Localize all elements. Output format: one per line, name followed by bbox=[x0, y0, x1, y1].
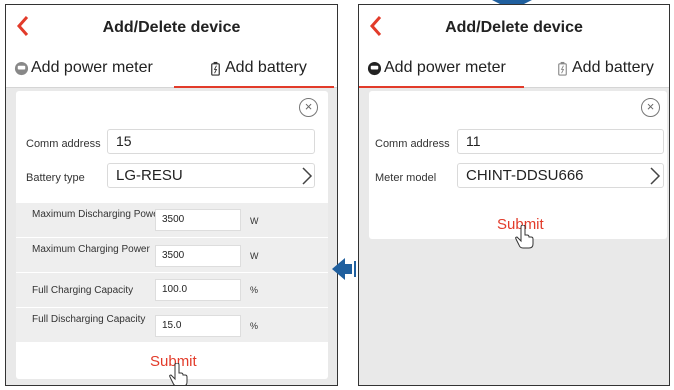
header-bar: Add/Delete device bbox=[359, 5, 669, 47]
header-bar: Add/Delete device bbox=[6, 5, 337, 47]
close-icon[interactable]: × bbox=[299, 98, 318, 117]
meter-model-select[interactable]: CHINT-DDSU666 bbox=[457, 163, 664, 188]
comm-address-input[interactable]: 15 bbox=[107, 129, 315, 154]
battery-parameters: Maximum Discharging Power 3500 W Maximum… bbox=[16, 203, 328, 343]
param-label: Maximum Discharging Power bbox=[32, 209, 163, 220]
page-title: Add/Delete device bbox=[102, 19, 241, 36]
param-unit: % bbox=[250, 321, 259, 331]
tab-bar: Add power meter Add battery bbox=[6, 47, 337, 88]
tab-label: Add power meter bbox=[384, 59, 506, 76]
chevron-right-icon bbox=[650, 167, 661, 185]
param-row: Full Charging Capacity 100.0 % bbox=[16, 273, 328, 308]
power-meter-icon bbox=[14, 61, 29, 75]
page-title: Add/Delete device bbox=[445, 19, 583, 36]
battery-type-label: Battery type bbox=[26, 172, 85, 184]
battery-type-value: LG-RESU bbox=[116, 167, 183, 184]
tab-label: Add power meter bbox=[31, 59, 153, 76]
param-row: Full Discharging Capacity 15.0 % bbox=[16, 308, 328, 343]
tab-add-battery[interactable]: Add battery bbox=[208, 59, 307, 77]
active-tab-indicator bbox=[174, 86, 334, 88]
active-tab-indicator bbox=[359, 86, 524, 88]
max-charging-power-input[interactable]: 3500 bbox=[155, 245, 241, 267]
max-discharging-power-input[interactable]: 3500 bbox=[155, 209, 241, 231]
battery-icon bbox=[211, 61, 220, 76]
device-form-card: × Comm address 15 Battery type LG-RESU M… bbox=[16, 91, 328, 385]
left-phone-screen: Add/Delete device Add power meter Add ba… bbox=[5, 4, 338, 386]
full-discharging-capacity-input[interactable]: 15.0 bbox=[155, 315, 241, 337]
tab-add-power-meter[interactable]: Add power meter bbox=[14, 59, 153, 77]
chevron-right-icon bbox=[302, 167, 313, 185]
device-form-card: × Comm address 11 Meter model CHINT-DDSU… bbox=[369, 91, 667, 249]
meter-model-value: CHINT-DDSU666 bbox=[466, 167, 584, 184]
param-label: Full Discharging Capacity bbox=[32, 314, 146, 325]
battery-icon bbox=[558, 61, 567, 76]
hand-pointer-icon bbox=[515, 225, 534, 249]
param-unit: W bbox=[250, 251, 259, 261]
comm-address-input[interactable]: 11 bbox=[457, 129, 664, 154]
param-label: Full Charging Capacity bbox=[32, 285, 134, 296]
param-label: Maximum Charging Power bbox=[32, 244, 150, 255]
close-icon[interactable]: × bbox=[641, 98, 660, 117]
param-unit: % bbox=[250, 285, 259, 295]
tab-bar: Add power meter Add battery bbox=[359, 47, 669, 88]
comm-address-label: Comm address bbox=[26, 138, 101, 150]
tab-label: Add battery bbox=[572, 59, 654, 76]
tab-add-battery[interactable]: Add battery bbox=[555, 59, 654, 77]
hand-pointer-icon bbox=[169, 363, 188, 385]
param-row: Maximum Discharging Power 3500 W bbox=[16, 203, 328, 238]
param-unit: W bbox=[250, 216, 259, 226]
param-row: Maximum Charging Power 3500 W bbox=[16, 238, 328, 273]
meter-model-label: Meter model bbox=[375, 172, 437, 184]
full-charging-capacity-input[interactable]: 100.0 bbox=[155, 279, 241, 301]
right-phone-screen: Add/Delete device Add power meter Add ba… bbox=[358, 4, 670, 386]
tab-label: Add battery bbox=[225, 59, 307, 76]
tab-add-power-meter[interactable]: Add power meter bbox=[367, 59, 506, 77]
battery-type-select[interactable]: LG-RESU bbox=[107, 163, 315, 188]
power-meter-icon bbox=[367, 61, 382, 75]
comm-address-label: Comm address bbox=[375, 138, 450, 150]
